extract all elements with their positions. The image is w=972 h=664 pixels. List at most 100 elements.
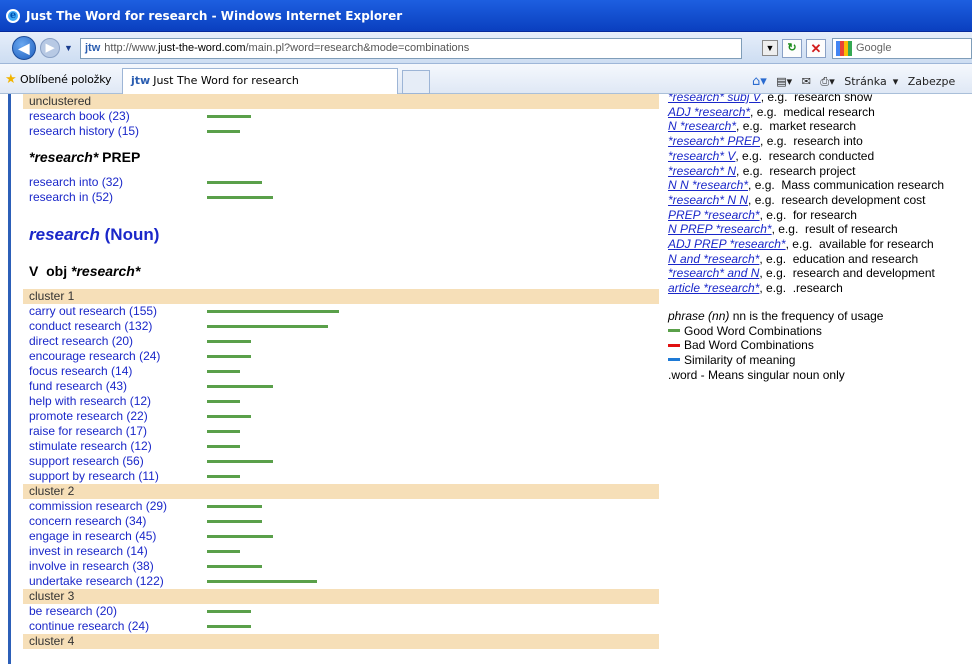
collocation-link[interactable]: commission research (29)	[29, 499, 167, 514]
pattern-link[interactable]: *research* N N	[668, 193, 748, 207]
pattern-link[interactable]: N and *research*	[668, 252, 759, 266]
heading-prefix: V obj	[29, 263, 68, 279]
frequency-bar	[207, 385, 273, 388]
collocation-link[interactable]: stimulate research (12)	[29, 439, 152, 454]
collocation-link[interactable]: promote research (22)	[29, 409, 148, 424]
pattern-item: ADJ *research*, e.g. medical research	[668, 105, 972, 120]
list-item: support research (56)	[23, 454, 659, 469]
list-item: research history (15)	[23, 124, 659, 139]
collocation-list: unclustered research book (23) research h…	[23, 94, 659, 649]
list-item: undertake research (122)	[23, 574, 659, 589]
feeds-icon[interactable]: ▤▾	[776, 75, 792, 88]
home-icon[interactable]: ⌂▾	[752, 74, 767, 89]
list-item: promote research (22)	[23, 409, 659, 424]
favorites-button[interactable]: Oblíbené položky	[20, 73, 112, 86]
collocation-link[interactable]: research into (32)	[29, 175, 123, 190]
collocation-link[interactable]: engage in research (45)	[29, 529, 156, 544]
address-dropdown-icon[interactable]: ▼	[762, 40, 778, 56]
collocation-link[interactable]: support by research (11)	[29, 469, 159, 484]
pattern-link[interactable]: PREP *research*	[668, 208, 760, 222]
list-item: invest in research (14)	[23, 544, 659, 559]
frequency-bar	[207, 181, 262, 184]
title-bar: e Just The Word for research - Windows I…	[0, 0, 972, 32]
stop-button[interactable]: ✕	[806, 39, 826, 58]
pattern-link[interactable]: *research* N	[668, 164, 736, 178]
page-menu[interactable]: Stránka	[844, 75, 886, 88]
collocation-link[interactable]: research in (52)	[29, 190, 113, 205]
cluster-header: cluster 1	[23, 289, 659, 304]
legend-singular: .word - Means singular noun only	[668, 367, 845, 382]
frequency-bar	[207, 505, 262, 508]
pattern-link[interactable]: ADJ *research*	[668, 105, 750, 119]
good-swatch-icon	[668, 329, 680, 333]
pattern-example: , e.g. result of research	[771, 222, 898, 237]
collocation-link[interactable]: carry out research (155)	[29, 304, 157, 319]
url-prefix: http://www.	[104, 42, 159, 54]
cluster-header: cluster 4	[23, 634, 659, 649]
collocation-link[interactable]: concern research (34)	[29, 514, 146, 529]
collocation-link[interactable]: invest in research (14)	[29, 544, 148, 559]
pattern-link[interactable]: *research* PREP	[668, 134, 760, 148]
history-dropdown-icon[interactable]: ▼	[64, 44, 73, 53]
search-input[interactable]: Google	[832, 38, 972, 59]
safety-menu[interactable]: Zabezpe	[908, 75, 956, 88]
collocation-link[interactable]: encourage research (24)	[29, 349, 160, 364]
list-item: fund research (43)	[23, 379, 659, 394]
frequency-bar	[207, 430, 240, 433]
pattern-example: , e.g. research project	[736, 163, 856, 178]
pattern-item: *research* and N, e.g. research and deve…	[668, 266, 972, 281]
chevron-down-icon: ▾	[892, 75, 899, 88]
collocation-link[interactable]: involve in research (38)	[29, 559, 154, 574]
refresh-button[interactable]: ↻	[782, 39, 802, 58]
mail-icon[interactable]: ✉	[802, 75, 811, 88]
pattern-item: PREP *research*, e.g. for research	[668, 208, 972, 223]
frequency-bar	[207, 580, 317, 583]
collocation-link[interactable]: help with research (12)	[29, 394, 151, 409]
heading-word: *research*	[71, 263, 141, 279]
url-path: /main.pl?word=research&mode=combinations	[245, 42, 470, 54]
collocation-link[interactable]: be research (20)	[29, 604, 117, 619]
collocation-link[interactable]: raise for research (17)	[29, 424, 147, 439]
cluster-header: cluster 3	[23, 589, 659, 604]
frequency-bar	[207, 340, 251, 343]
collocation-link[interactable]: research history (15)	[29, 124, 139, 139]
frequency-bar	[207, 550, 240, 553]
collocation-link[interactable]: fund research (43)	[29, 379, 127, 394]
frequency-bar	[207, 445, 240, 448]
window-title: Just The Word for research - Windows Int…	[26, 9, 403, 23]
frequency-bar	[207, 565, 262, 568]
address-bar[interactable]: jtw http://www.just-the-word.com/main.pl?…	[80, 38, 742, 59]
pattern-link[interactable]: *research* subj V	[668, 94, 761, 104]
forward-button[interactable]: ▶	[40, 38, 60, 58]
collocation-link[interactable]: focus research (14)	[29, 364, 132, 379]
pattern-example: , e.g. available for research	[785, 237, 934, 252]
pattern-link[interactable]: N N *research*	[668, 178, 748, 192]
pattern-link[interactable]: *research* and N	[668, 266, 759, 280]
pattern-item: N N *research*, e.g. Mass communication …	[668, 178, 972, 193]
tab-active[interactable]: jtw Just The Word for research	[122, 68, 398, 94]
tab-favicon: jtw	[131, 74, 151, 87]
pattern-link[interactable]: N *research*	[668, 119, 736, 133]
collocation-link[interactable]: research book (23)	[29, 109, 130, 124]
frequency-bar	[207, 475, 240, 478]
pattern-link[interactable]: ADJ PREP *research*	[668, 237, 786, 251]
pattern-link[interactable]: N PREP *research*	[668, 222, 772, 236]
pattern-link[interactable]: article *research*	[668, 281, 759, 295]
collocation-link[interactable]: undertake research (122)	[29, 574, 164, 589]
collocation-link[interactable]: direct research (20)	[29, 334, 133, 349]
list-item: carry out research (155)	[23, 304, 659, 319]
pattern-link[interactable]: *research* V	[668, 149, 735, 163]
heading-word: *research*	[29, 149, 99, 165]
collocation-link[interactable]: conduct research (132)	[29, 319, 152, 334]
new-tab-button[interactable]	[402, 70, 430, 94]
favorites-star-icon[interactable]: ★	[5, 72, 17, 85]
list-item: engage in research (45)	[23, 529, 659, 544]
print-icon[interactable]: ⎙▾	[820, 75, 834, 88]
collocation-link[interactable]: continue research (24)	[29, 619, 149, 634]
noun-heading: research (Noun)	[23, 205, 659, 259]
frequency-bar	[207, 310, 339, 313]
collocation-link[interactable]: support research (56)	[29, 454, 144, 469]
back-button[interactable]: ◀	[12, 36, 36, 60]
pattern-example: , e.g. for research	[759, 207, 857, 222]
url-host: just-the-word.com	[158, 42, 246, 54]
